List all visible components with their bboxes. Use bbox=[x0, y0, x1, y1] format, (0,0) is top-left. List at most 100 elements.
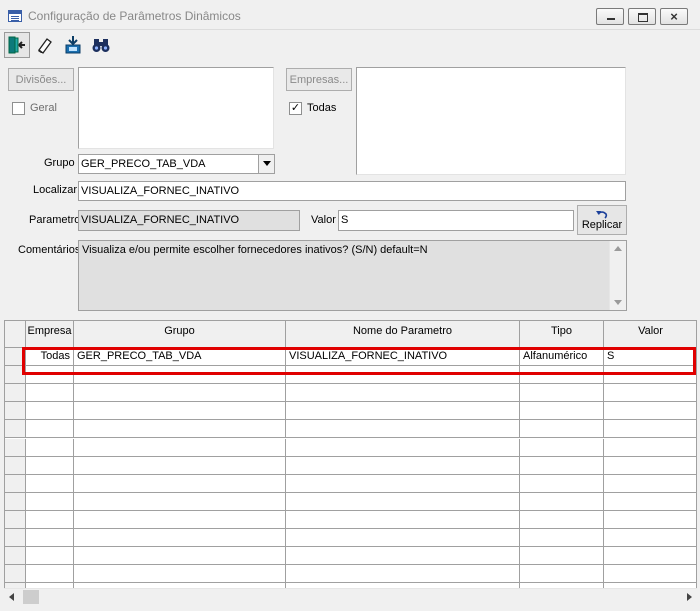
grid-header-cell[interactable]: Grupo bbox=[74, 321, 286, 348]
grid-horizontal-scrollbar[interactable] bbox=[4, 588, 697, 605]
grid-cell[interactable] bbox=[286, 384, 520, 403]
search-button[interactable] bbox=[88, 32, 114, 58]
grid-cell[interactable] bbox=[74, 529, 286, 548]
grid-cell[interactable] bbox=[286, 529, 520, 548]
grid-cell[interactable] bbox=[604, 475, 696, 493]
grid-cell[interactable] bbox=[26, 565, 74, 584]
grid-cell[interactable] bbox=[520, 510, 604, 529]
grid-cell[interactable] bbox=[26, 384, 74, 403]
grid-cell[interactable] bbox=[26, 492, 74, 511]
grid-cell[interactable] bbox=[604, 420, 696, 439]
grid-cell[interactable] bbox=[74, 492, 286, 511]
scroll-down-icon[interactable] bbox=[614, 300, 622, 305]
grid-cell[interactable] bbox=[286, 402, 520, 421]
close-button[interactable]: × bbox=[660, 8, 688, 25]
grid-cell[interactable] bbox=[74, 384, 286, 403]
grid-header-cell[interactable]: Tipo bbox=[520, 321, 604, 348]
grid-cell[interactable] bbox=[604, 511, 696, 529]
grid-cell[interactable] bbox=[520, 438, 604, 457]
row-indicator bbox=[5, 547, 26, 566]
grid-header-cell[interactable]: Valor bbox=[604, 321, 696, 348]
comentarios-text: Visualiza e/ou permite escolher forneced… bbox=[82, 244, 428, 256]
grid-cell[interactable] bbox=[520, 420, 604, 439]
divisoes-list[interactable] bbox=[78, 67, 274, 149]
row-indicator bbox=[5, 456, 26, 475]
grid-cell[interactable] bbox=[604, 402, 696, 421]
grid-cell[interactable] bbox=[26, 547, 74, 566]
empresas-list[interactable] bbox=[356, 67, 626, 175]
grid-cell[interactable] bbox=[520, 402, 604, 421]
scroll-left-icon[interactable] bbox=[9, 593, 14, 601]
valor-input[interactable]: S bbox=[338, 210, 574, 231]
maximize-button[interactable] bbox=[628, 8, 656, 25]
scroll-thumb[interactable] bbox=[23, 590, 39, 604]
grid-cell[interactable] bbox=[74, 565, 286, 584]
exit-button[interactable] bbox=[4, 32, 30, 58]
geral-checkbox[interactable] bbox=[12, 102, 25, 115]
comentarios-scrollbar[interactable] bbox=[609, 241, 626, 310]
comentarios-memo[interactable]: Visualiza e/ou permite escolher forneced… bbox=[78, 240, 627, 311]
grid-cell[interactable] bbox=[26, 510, 74, 529]
grid-cell[interactable] bbox=[74, 510, 286, 529]
grid-cell[interactable] bbox=[604, 457, 696, 475]
grid-cell[interactable] bbox=[74, 474, 286, 493]
grid-cell[interactable] bbox=[26, 420, 74, 439]
grid-cell[interactable] bbox=[286, 547, 520, 566]
grid-cell[interactable] bbox=[520, 547, 604, 566]
comentarios-label: Comentários bbox=[18, 244, 81, 256]
parametro-field: VISUALIZA_FORNEC_INATIVO bbox=[78, 210, 300, 231]
grid-cell[interactable] bbox=[74, 456, 286, 475]
grid-cell[interactable] bbox=[74, 438, 286, 457]
binoculars-icon bbox=[92, 39, 110, 52]
scroll-up-icon[interactable] bbox=[614, 246, 622, 251]
grid-cell[interactable] bbox=[26, 529, 74, 548]
row-indicator bbox=[5, 565, 26, 584]
grid-cell[interactable] bbox=[604, 547, 696, 566]
grid-cell[interactable] bbox=[286, 510, 520, 529]
grid-cell[interactable] bbox=[26, 456, 74, 475]
grid-cell[interactable] bbox=[520, 474, 604, 493]
grid-cell[interactable] bbox=[286, 565, 520, 584]
chevron-down-icon[interactable] bbox=[258, 155, 274, 173]
localizar-input[interactable]: VISUALIZA_FORNEC_INATIVO bbox=[78, 181, 626, 201]
todas-checkbox[interactable]: ✓ bbox=[289, 102, 302, 115]
grid-cell[interactable] bbox=[604, 384, 696, 403]
grid-cell[interactable] bbox=[520, 492, 604, 511]
minimize-button[interactable] bbox=[596, 8, 624, 25]
grid-cell[interactable] bbox=[74, 547, 286, 566]
grid-cell[interactable] bbox=[520, 384, 604, 403]
replicar-button[interactable]: Replicar bbox=[577, 205, 627, 235]
grid-cell[interactable] bbox=[286, 456, 520, 475]
grid-cell[interactable] bbox=[74, 402, 286, 421]
scroll-right-icon[interactable] bbox=[687, 593, 692, 601]
grid-cell[interactable] bbox=[604, 439, 696, 457]
grid-cell[interactable] bbox=[604, 565, 696, 584]
grid-cell[interactable] bbox=[286, 438, 520, 457]
save-button[interactable] bbox=[60, 32, 86, 58]
grid-cell[interactable] bbox=[286, 474, 520, 493]
grid-header-cell[interactable]: Empresa bbox=[26, 321, 74, 348]
grid-cell[interactable] bbox=[604, 529, 696, 548]
grid-cell[interactable] bbox=[74, 420, 286, 439]
clear-button[interactable] bbox=[32, 32, 58, 58]
exit-icon bbox=[8, 36, 25, 54]
grupo-select[interactable]: GER_PRECO_TAB_VDA bbox=[78, 154, 275, 174]
grid-cell[interactable] bbox=[26, 438, 74, 457]
divisoes-button[interactable]: Divisões... bbox=[8, 68, 74, 91]
grid-cell[interactable] bbox=[520, 565, 604, 584]
parametro-label: Parametro bbox=[29, 214, 81, 226]
empresas-button[interactable]: Empresas... bbox=[286, 68, 352, 91]
localizar-label: Localizar bbox=[33, 184, 78, 196]
grid-header-cell[interactable]: Nome do Parametro bbox=[286, 321, 520, 348]
grid-cell[interactable] bbox=[26, 402, 74, 421]
grid-cell[interactable] bbox=[26, 474, 74, 493]
save-icon bbox=[65, 36, 81, 54]
minimize-icon bbox=[597, 9, 623, 24]
grid-cell[interactable] bbox=[520, 456, 604, 475]
grid-cell[interactable] bbox=[286, 420, 520, 439]
grupo-value: GER_PRECO_TAB_VDA bbox=[81, 158, 206, 170]
grid-cell[interactable] bbox=[604, 493, 696, 511]
grid-cell[interactable] bbox=[286, 492, 520, 511]
grid-cell[interactable] bbox=[520, 529, 604, 548]
row-indicator bbox=[5, 474, 26, 493]
